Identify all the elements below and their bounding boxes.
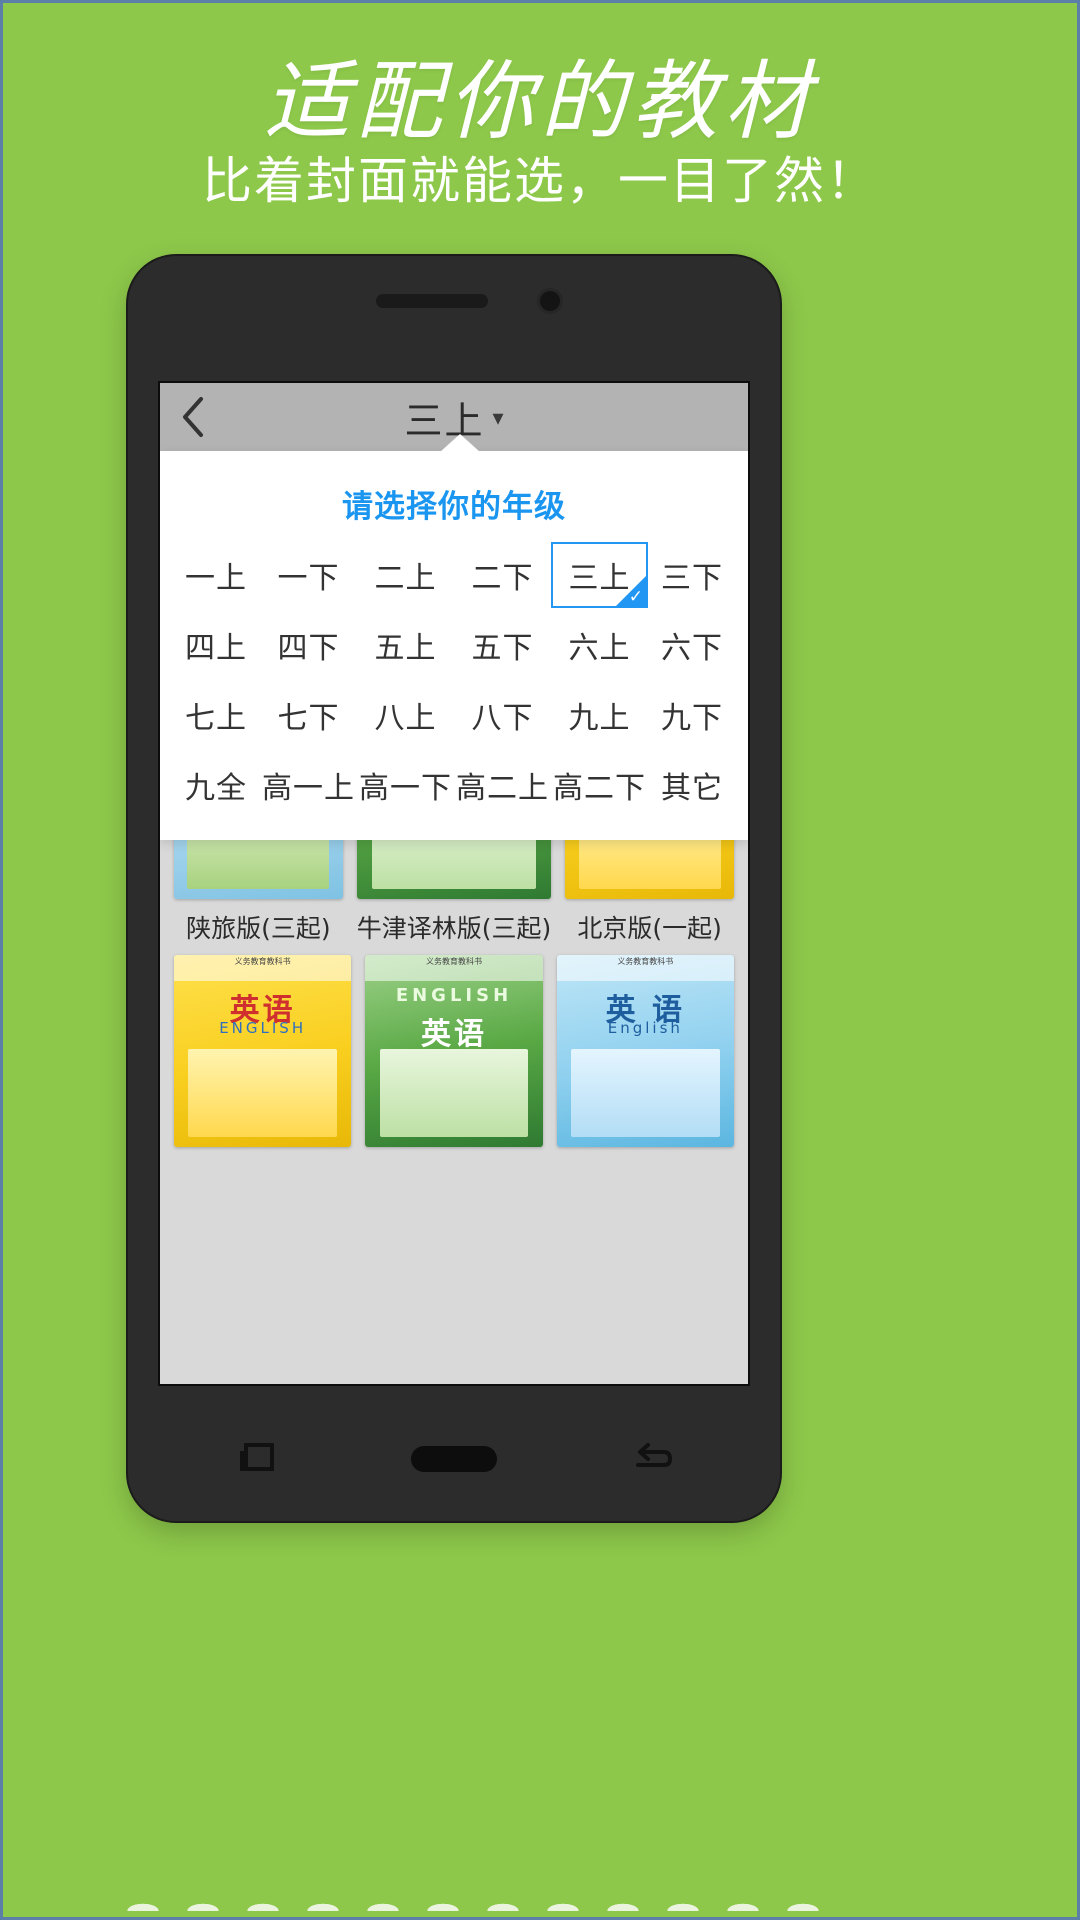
cover-subtitle: ENGLISH <box>219 1019 307 1037</box>
phone-screen: 义务教育教科书 陕旅版(三起) English 牛津译林版(三起) <box>158 381 750 1386</box>
grade-cell[interactable]: 八上 <box>357 682 454 748</box>
grade-cell[interactable]: 其它 <box>648 752 736 818</box>
cover-title: 英语 <box>420 1017 487 1052</box>
grade-cell[interactable]: 高二下 <box>551 752 648 818</box>
grade-cell[interactable]: 六下 <box>648 612 736 678</box>
grade-cell[interactable]: 二下 <box>454 542 551 608</box>
promo-page: 适配你的教材 比着封面就能选，一目了然！ 义务教育教科书 陕旅版(三起) <box>0 0 1080 1920</box>
grade-cell[interactable]: 九全 <box>172 752 260 818</box>
book-cover: 义务教育教科书 英 语 English <box>556 955 734 1147</box>
back-button[interactable] <box>160 383 226 451</box>
book-label: 陕旅版(三起) <box>186 914 331 943</box>
grade-cell[interactable]: 九上 <box>551 682 648 748</box>
grade-cell[interactable]: 九下 <box>648 682 736 748</box>
grade-cell[interactable]: 三下 <box>648 542 736 608</box>
grade-cell[interactable]: 七上 <box>172 682 260 748</box>
grade-cell[interactable]: 七下 <box>260 682 357 748</box>
home-pill-icon <box>410 1446 497 1472</box>
book-label: 牛津译林版(三起) <box>356 914 552 943</box>
grade-grid: 一上 一下 二上 二下 三上 ✓ 三下 四上 四下 五上 五下 六上 六下 七上… <box>160 532 748 818</box>
grade-cell[interactable]: 一上 <box>172 542 260 608</box>
book-cover: 义务教育教科书 ENGLISH 英语 <box>365 955 543 1147</box>
book-item[interactable]: 义务教育教科书 ENGLISH 英语 <box>365 955 543 1147</box>
phone-camera-icon <box>540 291 560 311</box>
check-icon: ✓ <box>628 587 644 607</box>
back-nav-button[interactable] <box>608 1432 694 1486</box>
recents-button[interactable] <box>214 1432 300 1486</box>
chevron-down-icon: ▾ <box>492 406 504 431</box>
bottom-deco-shapes <box>3 1885 1077 1911</box>
book-row: 义务教育教科书 英语 ENGLISH 义务教育教科书 ENGLISH 英语 义务… <box>174 955 734 1147</box>
grade-cell[interactable]: 六上 <box>551 612 648 678</box>
grade-cell[interactable]: 五上 <box>357 612 454 678</box>
grade-cell[interactable]: 高一上 <box>260 752 357 818</box>
cover-header-text: 义务教育教科书 <box>556 955 734 981</box>
back-arrow-icon <box>636 1443 673 1467</box>
book-item[interactable]: 义务教育教科书 英 语 English <box>556 955 734 1147</box>
grade-cell[interactable]: 二上 <box>357 542 454 608</box>
phone-device: 义务教育教科书 陕旅版(三起) English 牛津译林版(三起) <box>128 256 780 1521</box>
grade-cell-selected[interactable]: 三上 ✓ <box>551 542 648 608</box>
grade-cell[interactable]: 五下 <box>454 612 551 678</box>
promo-title: 适配你的教材 <box>264 52 816 152</box>
cover-subtitle: ENGLISH <box>395 985 513 1006</box>
grade-cell[interactable]: 四下 <box>260 612 357 678</box>
phone-speaker-icon <box>376 294 488 308</box>
dropdown-heading: 请选择你的年级 <box>342 489 566 525</box>
bottom-decoration <box>3 1881 1077 1917</box>
recents-square-icon <box>239 1443 274 1471</box>
cover-header-text: 义务教育教科书 <box>365 955 543 981</box>
dropdown-arrow-icon <box>440 434 480 452</box>
grade-cell[interactable]: 八下 <box>454 682 551 748</box>
grade-cell[interactable]: 四上 <box>172 612 260 678</box>
grade-cell[interactable]: 高二上 <box>454 752 551 818</box>
grade-cell[interactable]: 一下 <box>260 542 357 608</box>
book-label: 北京版(一起) <box>577 914 722 943</box>
cover-subtitle: English <box>607 1019 683 1037</box>
grade-cell[interactable]: 高一下 <box>357 752 454 818</box>
cover-header-text: 义务教育教科书 <box>174 955 352 981</box>
android-navbar <box>158 1415 750 1503</box>
grade-dropdown-panel: 请选择你的年级 一上 一下 二上 二下 三上 ✓ 三下 四上 四下 五上 五下 <box>160 434 748 840</box>
promo-subtitle: 比着封面就能选，一目了然！ <box>202 152 878 210</box>
book-cover: 义务教育教科书 英语 ENGLISH <box>174 955 352 1147</box>
book-item[interactable]: 义务教育教科书 英语 ENGLISH <box>174 955 352 1147</box>
home-button[interactable] <box>410 1432 497 1486</box>
